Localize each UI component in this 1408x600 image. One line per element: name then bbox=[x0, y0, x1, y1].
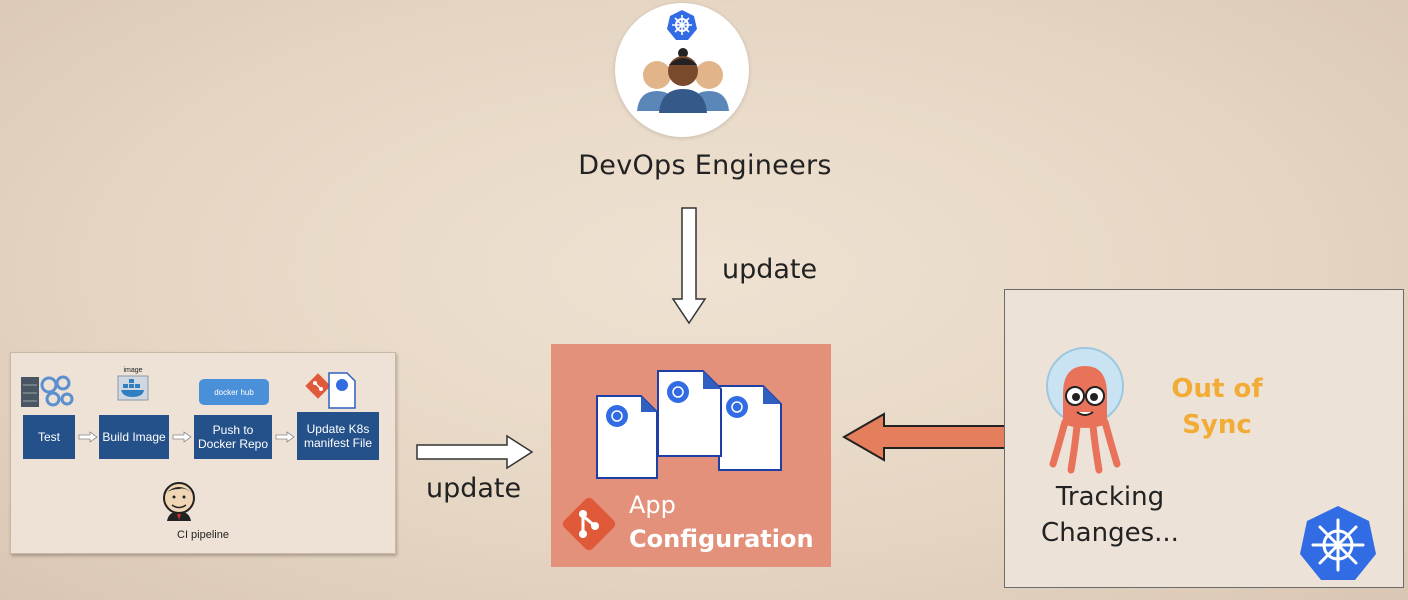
argocd-octopus-icon bbox=[1046, 347, 1124, 474]
out-of-sync-status-line1: Out of bbox=[1171, 374, 1263, 404]
git-logo-icon bbox=[562, 497, 616, 551]
docker-hub-logo: docker hub bbox=[199, 379, 269, 405]
update-down-arrow bbox=[671, 207, 707, 325]
update-right-arrow bbox=[416, 434, 534, 470]
pipeline-arrow bbox=[275, 431, 295, 443]
docker-image-icon bbox=[117, 375, 149, 401]
argocd-panel: Out of Sync Tracking Changes... bbox=[1004, 289, 1404, 588]
server-gears-icon bbox=[21, 375, 74, 407]
step-update-manifest: Update K8s manifest File bbox=[297, 412, 379, 460]
pipeline-arrow bbox=[172, 431, 192, 443]
app-configuration-box: App Configuration bbox=[551, 344, 831, 567]
manifest-file-2 bbox=[657, 370, 722, 457]
ci-pipeline-panel: image docker hub Test Build Image Push t… bbox=[10, 352, 396, 554]
step-build-image: Build Image bbox=[99, 415, 169, 459]
ci-pipeline-label: CI pipeline bbox=[177, 529, 229, 541]
tracking-changes-line1: Tracking bbox=[1055, 482, 1165, 512]
image-tag-label: image bbox=[123, 367, 143, 374]
manifest-file-1 bbox=[596, 395, 658, 479]
devops-engineers-label: DevOps Engineers bbox=[578, 150, 832, 181]
step-push-docker-repo: Push to Docker Repo bbox=[194, 415, 272, 459]
manifest-file-3 bbox=[718, 385, 782, 471]
git-manifest-icon bbox=[305, 372, 356, 409]
configuration-label: Configuration bbox=[629, 525, 814, 553]
tracking-changes-line2: Changes... bbox=[1041, 518, 1179, 548]
pipeline-arrow bbox=[78, 431, 98, 443]
app-label: App bbox=[629, 491, 676, 519]
devops-team-icon bbox=[637, 10, 729, 113]
devops-avatar-circle bbox=[615, 3, 749, 137]
jenkins-icon bbox=[163, 482, 195, 521]
k8s-manifest-files-icon bbox=[596, 370, 782, 479]
top-update-label: update bbox=[722, 254, 818, 285]
argocd-sync-arrow bbox=[842, 412, 1019, 462]
out-of-sync-status-line2: Sync bbox=[1182, 410, 1252, 440]
step-test: Test bbox=[23, 415, 75, 459]
left-update-label: update bbox=[426, 473, 522, 504]
kubernetes-logo-icon bbox=[1300, 506, 1376, 580]
